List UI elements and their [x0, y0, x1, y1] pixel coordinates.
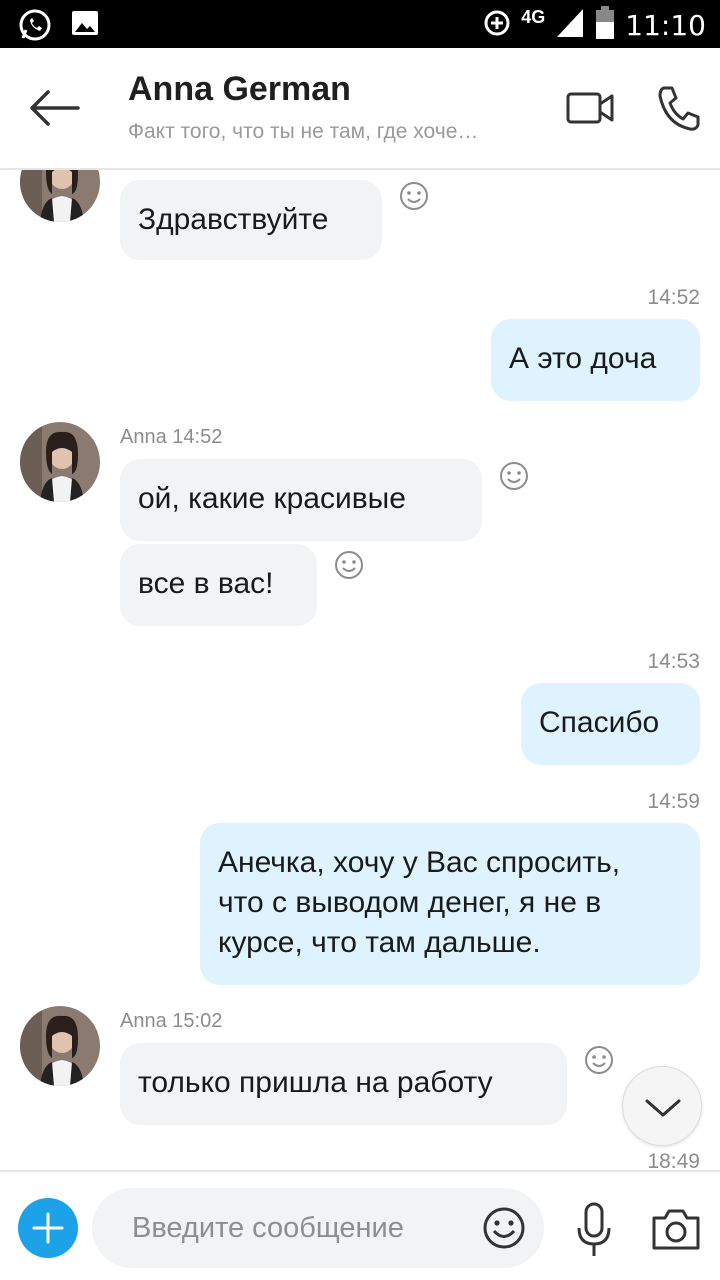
react-button[interactable]	[333, 549, 365, 581]
message-timestamp: 15:02	[172, 1010, 223, 1032]
message-input[interactable]: Введите сообщение	[92, 1188, 544, 1268]
battery-icon	[595, 6, 615, 45]
message-bubble-incoming[interactable]: только пришла на работу	[120, 1043, 567, 1125]
message-bubble-incoming[interactable]: Здравствуйте	[120, 180, 382, 260]
react-button[interactable]	[498, 460, 530, 492]
add-content-button[interactable]	[18, 1198, 78, 1258]
smiley-icon	[335, 551, 363, 579]
conversation-header: Anna German Факт того, что ты не там, гд…	[0, 48, 720, 170]
message-text: только пришла на работу	[138, 1066, 493, 1099]
message-text: Спасибо	[539, 706, 660, 739]
message-timestamp: 14:53	[647, 650, 700, 673]
microphone-icon	[577, 1202, 611, 1256]
sender-meta: Anna 15:02	[120, 1010, 222, 1033]
avatar[interactable]	[20, 1006, 100, 1086]
emoji-button[interactable]	[482, 1206, 526, 1250]
message-bubble-outgoing[interactable]: Анечка, хочу у Вас спросить, что с вывод…	[200, 823, 700, 985]
chevron-down-icon	[645, 1099, 681, 1117]
network-type: 4G	[521, 7, 546, 27]
message-input-placeholder: Введите сообщение	[132, 1212, 404, 1244]
react-button[interactable]	[583, 1044, 615, 1076]
camera-icon	[652, 1209, 700, 1250]
camera-button[interactable]	[650, 1206, 702, 1252]
voice-call-button[interactable]	[656, 84, 700, 132]
avatar[interactable]	[20, 422, 100, 502]
voice-message-button[interactable]	[576, 1202, 612, 1258]
message-text: ой, какие красивые	[138, 482, 406, 515]
message-text-line: курсе, что там дальше.	[218, 926, 541, 959]
message-list[interactable]: Здравствуйте 14:52 А это доча Anna 14:52…	[0, 170, 720, 1170]
message-text: Здравствуйте	[138, 203, 329, 236]
contact-mood-message: Факт того, что ты не там, где хоче…	[128, 120, 479, 143]
scroll-to-bottom-button[interactable]	[622, 1066, 702, 1146]
message-text: все в вас!	[138, 567, 274, 600]
message-bubble-incoming[interactable]: ой, какие красивые	[120, 459, 482, 541]
video-call-button[interactable]	[566, 88, 614, 128]
signal-icon	[555, 7, 585, 44]
clock: 11:10	[625, 9, 706, 42]
message-timestamp: 14:52	[172, 426, 223, 448]
back-button[interactable]	[28, 88, 82, 128]
sender-name: Anna	[120, 426, 167, 448]
data-saver-icon	[483, 9, 511, 42]
emoji-icon	[483, 1207, 525, 1249]
status-bar: 4G 11:10	[0, 0, 720, 48]
smiley-icon	[400, 182, 428, 210]
message-timestamp: 14:59	[647, 790, 700, 813]
smiley-icon	[585, 1046, 613, 1074]
message-text: А это доча	[509, 342, 657, 375]
message-timestamp: 14:52	[647, 286, 700, 309]
message-text-line: что с выводом денег, я не в	[218, 886, 602, 919]
message-bubble-outgoing[interactable]: Спасибо	[521, 683, 700, 765]
message-bubble-incoming[interactable]: все в вас!	[120, 544, 317, 626]
message-text-line: Анечка, хочу у Вас спросить,	[218, 846, 621, 879]
smiley-icon	[500, 462, 528, 490]
message-timestamp: 18:49	[647, 1150, 700, 1170]
plus-icon	[32, 1212, 64, 1244]
video-call-icon	[566, 92, 614, 124]
message-composer: Введите сообщение	[0, 1170, 720, 1280]
sender-meta: Anna 14:52	[120, 426, 222, 449]
whatsapp-icon	[18, 8, 52, 47]
contact-name[interactable]: Anna German	[128, 70, 351, 109]
gallery-icon	[70, 8, 100, 47]
phone-call-icon	[658, 86, 700, 131]
react-button[interactable]	[398, 180, 430, 212]
avatar[interactable]	[20, 170, 100, 222]
sender-name: Anna	[120, 1010, 167, 1032]
back-arrow-icon	[30, 90, 80, 126]
message-bubble-outgoing[interactable]: А это доча	[491, 319, 700, 401]
